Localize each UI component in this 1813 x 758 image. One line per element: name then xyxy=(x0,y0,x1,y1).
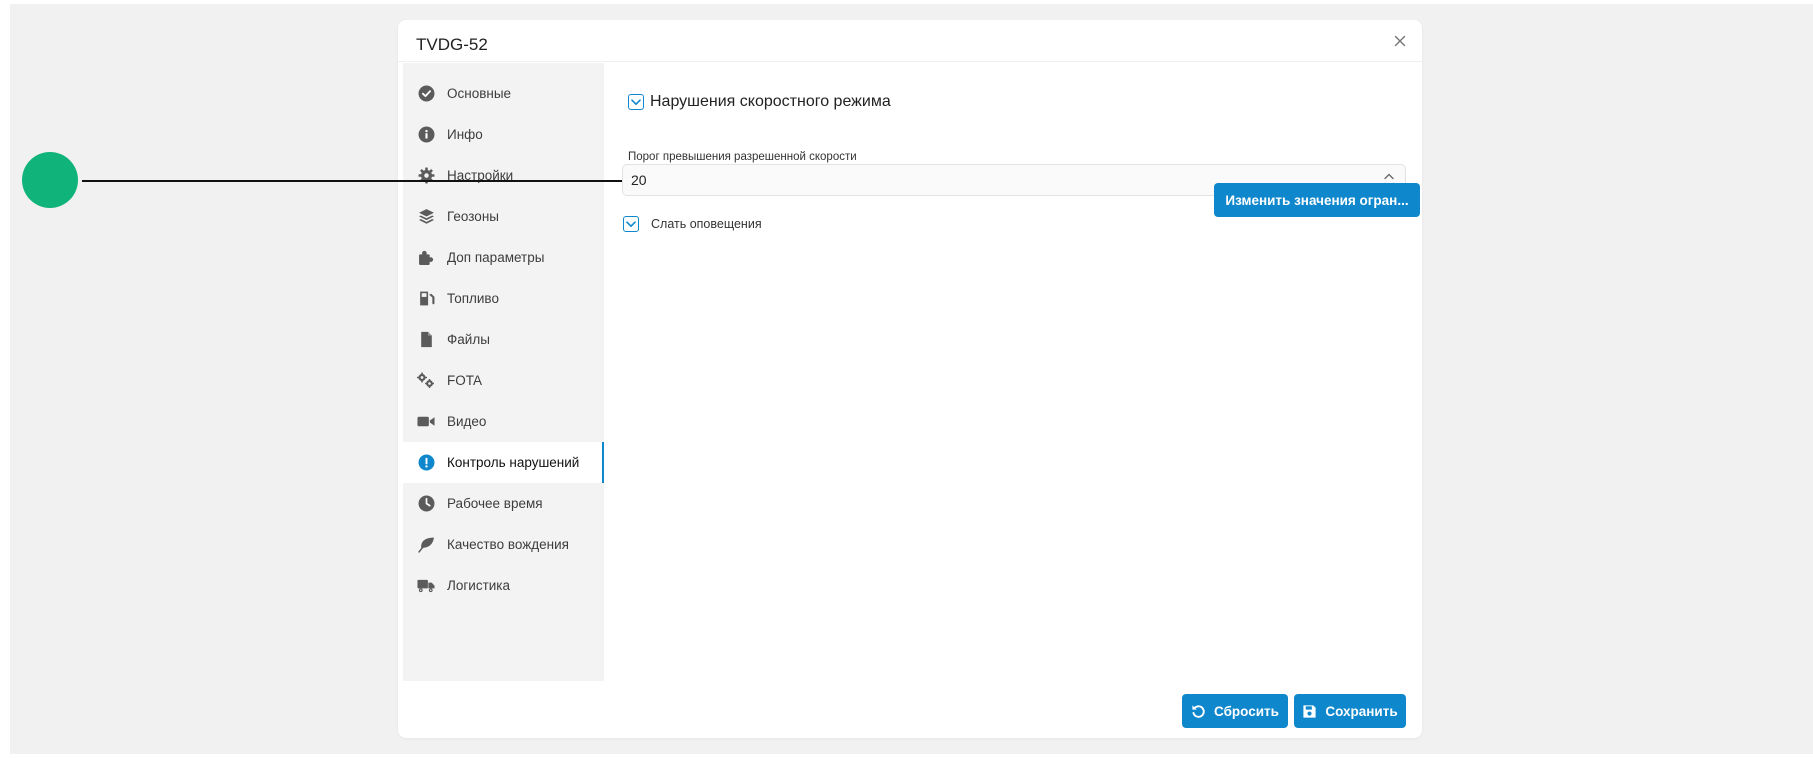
save-button-label: Сохранить xyxy=(1325,703,1398,719)
sidebar-item-label: Логистика xyxy=(447,578,511,593)
file-icon xyxy=(417,331,435,349)
sidebar-item-geozones[interactable]: Геозоны xyxy=(403,196,604,237)
info-circle-icon xyxy=(417,126,435,144)
sidebar-item-logistics[interactable]: Логистика xyxy=(403,565,604,606)
close-icon[interactable] xyxy=(1392,33,1408,49)
sidebar-item-label: Инфо xyxy=(447,127,483,142)
dialog-title: TVDG-52 xyxy=(416,35,488,54)
sidebar-item-label: Качество вождения xyxy=(447,537,569,552)
sidebar-item-label: FOTA xyxy=(447,373,482,388)
puzzle-icon xyxy=(417,249,435,267)
sidebar-item-extra-params[interactable]: Доп параметры xyxy=(403,237,604,278)
callout-line xyxy=(82,180,622,182)
sidebar-item-label: Файлы xyxy=(447,332,490,347)
sidebar-item-video[interactable]: Видео xyxy=(403,401,604,442)
sidebar-item-label: Контроль нарушений xyxy=(447,455,580,470)
floppy-disk-icon xyxy=(1302,704,1317,719)
video-camera-icon xyxy=(417,413,435,431)
settings-sidebar: Основные Инфо Настройки Геозоны Доп пара… xyxy=(403,63,604,681)
speeding-enabled-checkbox[interactable] xyxy=(628,94,644,110)
dialog-header: TVDG-52 xyxy=(398,20,1422,62)
leaf-icon xyxy=(417,536,435,554)
chevron-down-icon xyxy=(626,220,636,227)
sidebar-item-files[interactable]: Файлы xyxy=(403,319,604,360)
reset-button[interactable]: Сбросить xyxy=(1182,694,1288,728)
speed-threshold-label: Порог превышения разрешенной скорости xyxy=(628,151,857,163)
save-button[interactable]: Сохранить xyxy=(1294,694,1406,728)
sidebar-item-label: Геозоны xyxy=(447,209,499,224)
send-notifications-checkbox[interactable] xyxy=(623,216,639,232)
fuel-pump-icon xyxy=(417,290,435,308)
clock-icon xyxy=(417,495,435,513)
notify-row: Слать оповещения xyxy=(623,216,762,232)
layers-icon xyxy=(417,208,435,226)
send-notifications-label: Слать оповещения xyxy=(651,217,762,231)
sidebar-item-label: Основные xyxy=(447,86,512,101)
chevron-down-icon xyxy=(631,98,641,105)
device-settings-dialog: TVDG-52 Основные Инфо Настройки Геозоны … xyxy=(398,20,1422,738)
speeding-section-header: Нарушения скоростного режима xyxy=(628,93,891,111)
speeding-section-title: Нарушения скоростного режима xyxy=(650,93,891,110)
sidebar-item-main[interactable]: Основные xyxy=(403,73,604,114)
exclamation-circle-icon xyxy=(417,454,435,472)
change-limits-button[interactable]: Изменить значения огран... xyxy=(1214,183,1420,217)
sidebar-item-settings[interactable]: Настройки xyxy=(403,155,604,196)
sidebar-item-label: Доп параметры xyxy=(447,250,545,265)
sidebar-item-info[interactable]: Инфо xyxy=(403,114,604,155)
sidebar-item-label: Топливо xyxy=(447,291,499,306)
sidebar-item-driving-quality[interactable]: Качество вождения xyxy=(403,524,604,565)
callout-marker xyxy=(22,152,78,208)
settings-content: Нарушения скоростного режима Порог превы… xyxy=(604,63,1422,681)
sidebar-item-fuel[interactable]: Топливо xyxy=(403,278,604,319)
gears-icon xyxy=(417,372,435,390)
sidebar-item-label: Рабочее время xyxy=(447,496,543,511)
sidebar-item-work-time[interactable]: Рабочее время xyxy=(403,483,604,524)
truck-icon xyxy=(417,577,435,595)
reset-button-label: Сбросить xyxy=(1214,703,1279,719)
sidebar-item-violation-control[interactable]: Контроль нарушений xyxy=(403,442,604,483)
sidebar-item-label: Видео xyxy=(447,414,487,429)
sidebar-item-fota[interactable]: FOTA xyxy=(403,360,604,401)
undo-icon xyxy=(1191,704,1206,719)
check-circle-icon xyxy=(417,85,435,103)
change-limits-button-label: Изменить значения огран... xyxy=(1225,192,1409,208)
